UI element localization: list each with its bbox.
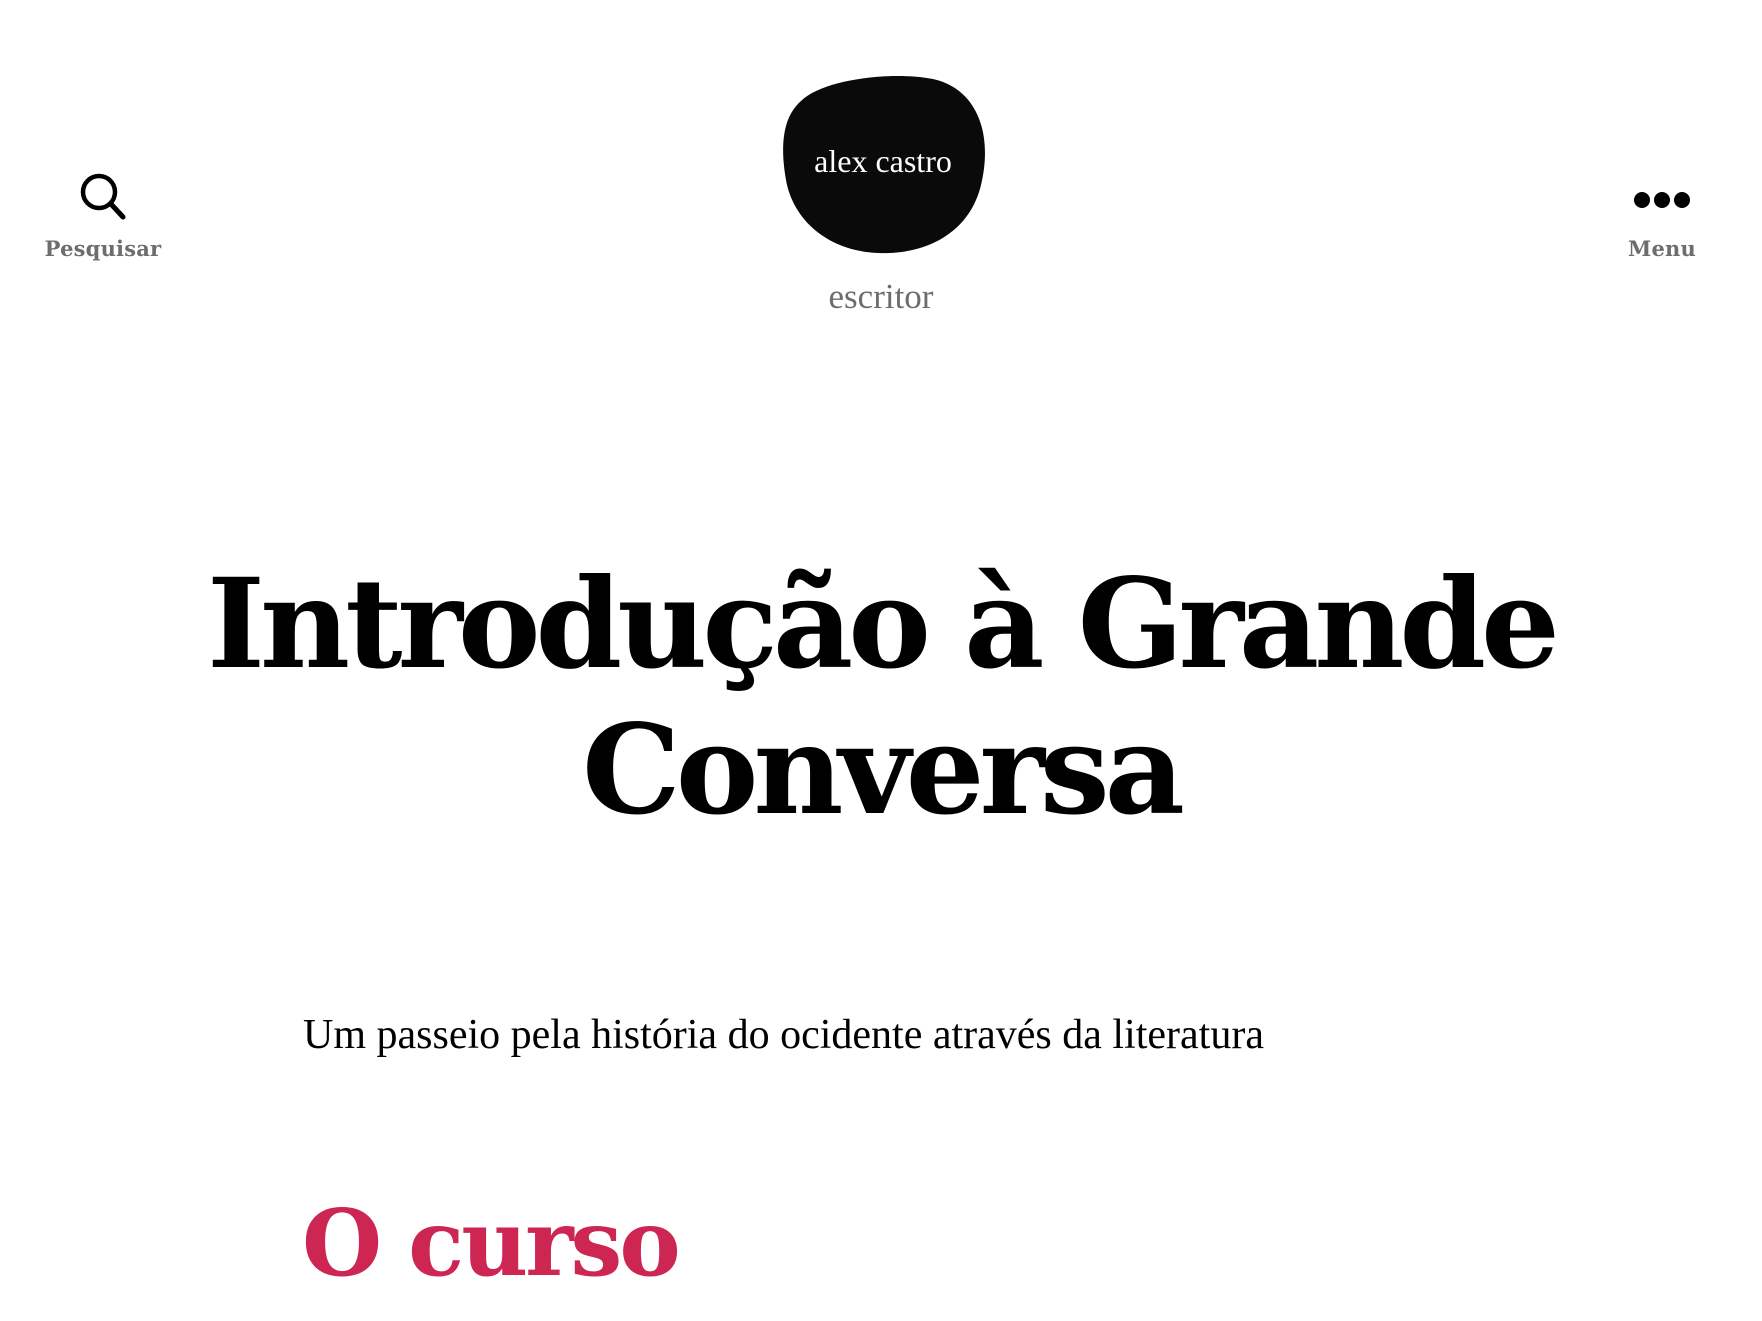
menu-toggle[interactable]: Menu [1562,168,1762,261]
page-title: Introdução à Grande Conversa [207,552,1560,843]
ellipsis-icon [1562,168,1762,224]
search-toggle-label: Pesquisar [44,236,162,261]
search-icon [3,168,203,224]
search-toggle[interactable]: Pesquisar [3,168,203,261]
menu-toggle-label: Menu [1628,236,1696,261]
section-heading: O curso [302,1189,681,1297]
site-logo[interactable]: alex castro [783,75,986,257]
page-intro: Um passeio pela história do ocidente atr… [303,1012,1264,1058]
site-tagline: escritor [828,277,934,316]
logo-text: alex castro [814,143,952,179]
